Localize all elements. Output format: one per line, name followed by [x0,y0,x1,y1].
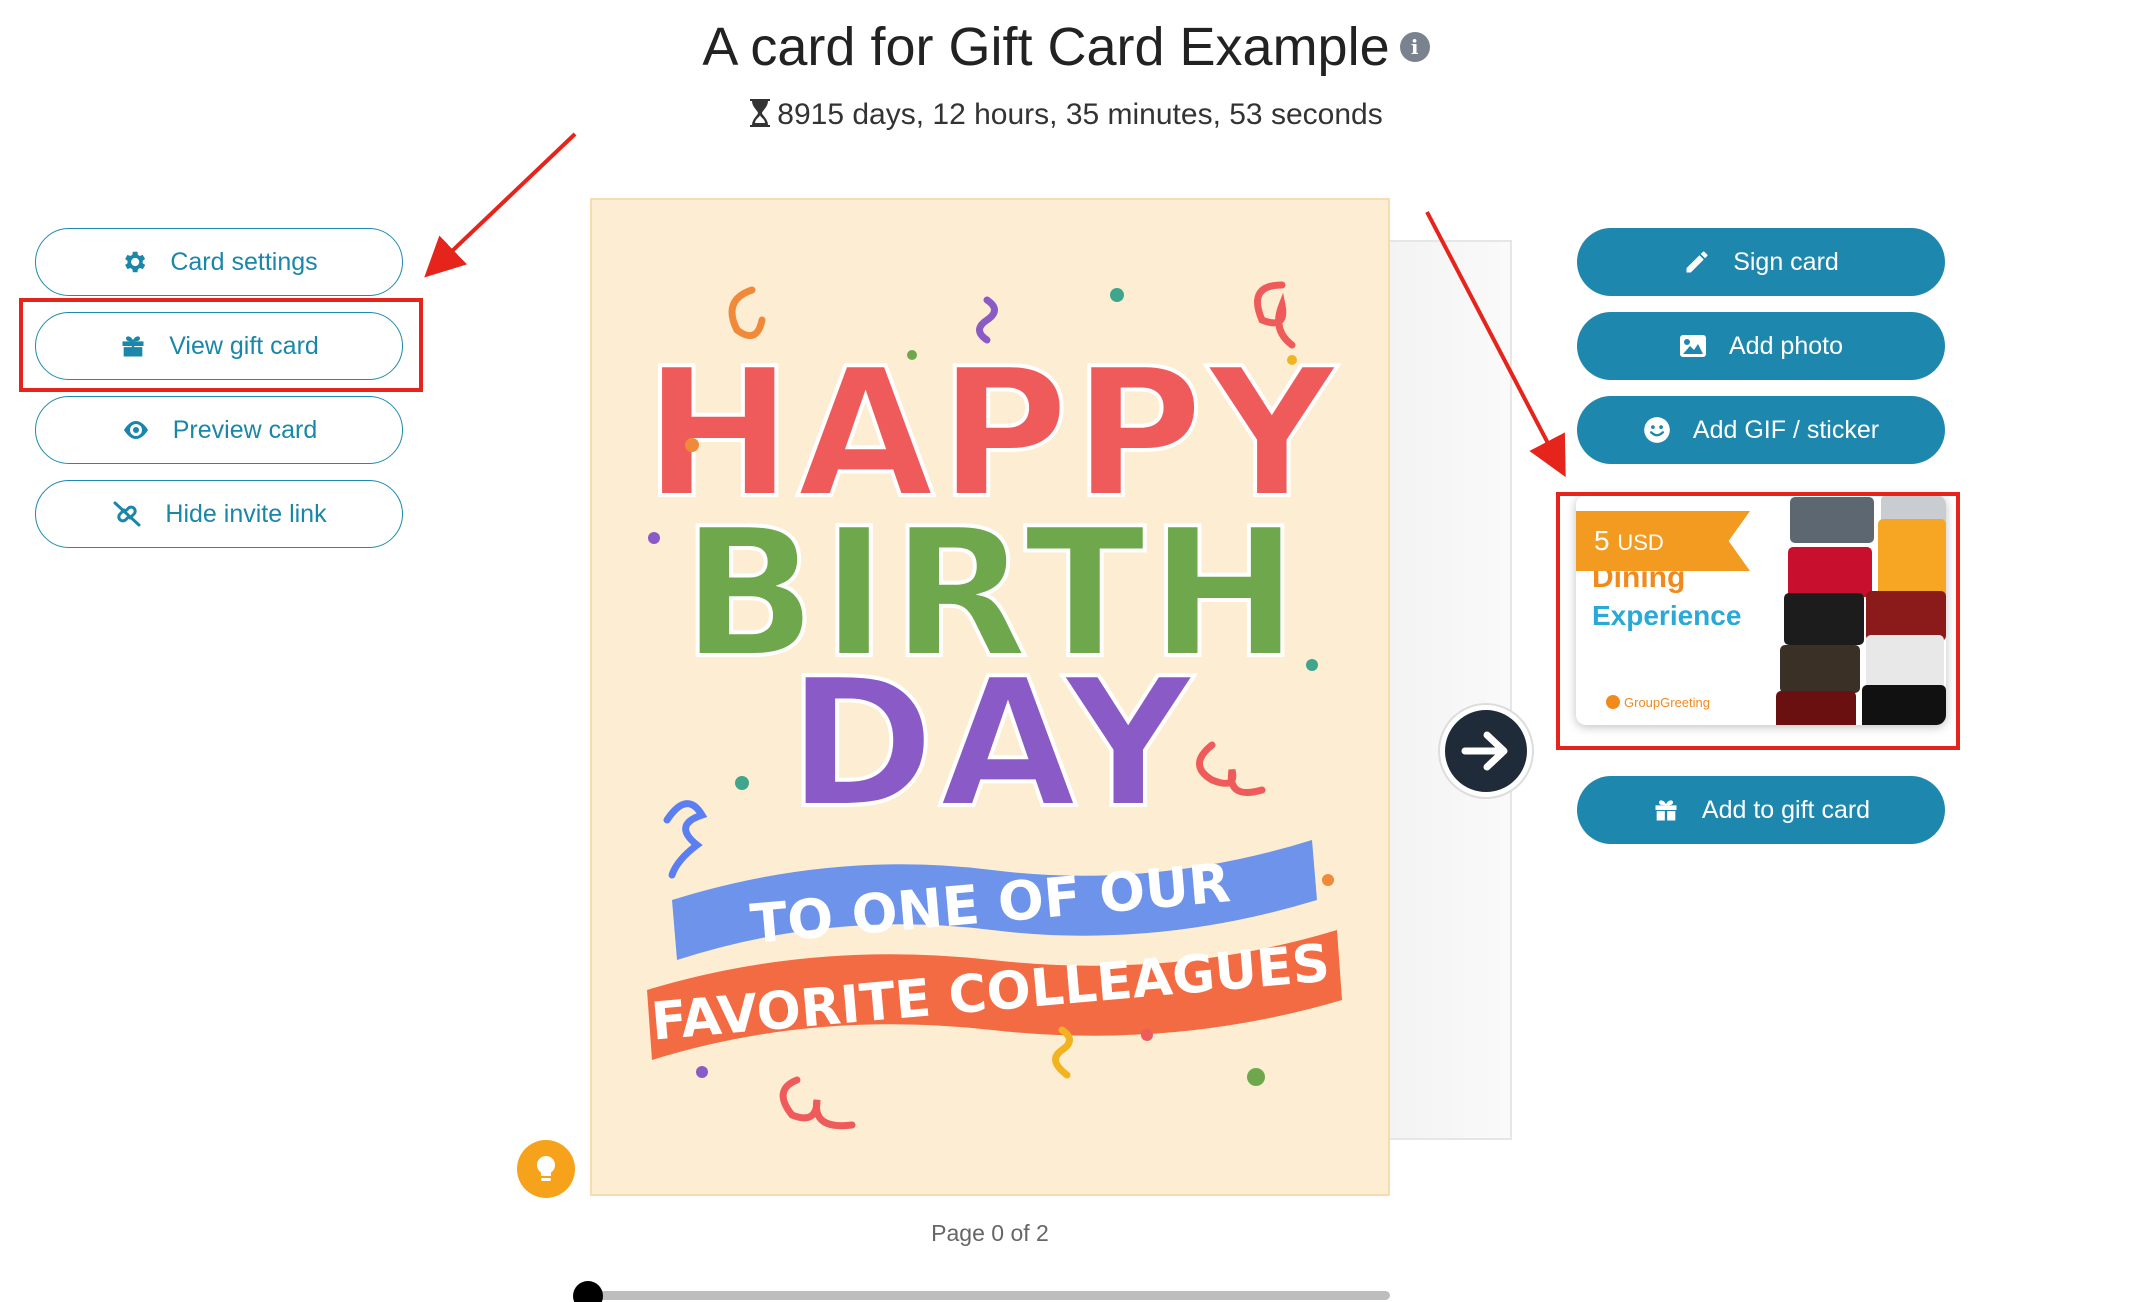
countdown-timer: 8915 days, 12 hours, 35 minutes, 53 seco… [0,98,2132,132]
hourglass-icon [750,99,771,127]
birthday-artwork: HAPPY BIRTH DAY TO ONE OF OUR FAVORITE C… [642,281,1342,1130]
link-slash-icon [113,501,141,527]
gift-icon [1655,800,1677,821]
title-text: A card for Gift Card Example [702,17,1390,77]
preview-card-label: Preview card [172,415,318,444]
add-gif-sticker-label: Add GIF / sticker [1692,415,1880,444]
next-page-preview [1390,240,1512,1140]
page-title: A card for Gift Card Example i [0,16,2132,78]
arrow-right-icon [1461,731,1508,771]
banner-line-2: FAVORITE COLLEAGUES [649,934,1332,1053]
smiley-icon [1644,417,1670,443]
next-page-button[interactable] [1440,705,1532,797]
hide-invite-link-button[interactable]: Hide invite link [35,480,403,548]
highlight-box-view-gift [19,298,423,392]
page-indicator: Page 0 of 2 [931,1220,1049,1246]
add-photo-button[interactable]: Add photo [1577,312,1945,380]
highlight-box-gift-thumbnail [1556,492,1960,750]
add-to-gift-card-button[interactable]: Add to gift card [1577,776,1945,844]
card-settings-button[interactable]: Card settings [35,228,403,296]
image-icon [1680,335,1706,357]
eye-icon [123,421,148,439]
card-settings-label: Card settings [170,247,318,276]
arrow-to-view-gift [424,132,577,278]
add-to-gift-card-label: Add to gift card [1701,795,1871,824]
page-slider-track[interactable] [588,1291,1390,1300]
pencil-icon [1686,251,1708,273]
countdown-text: 8915 days, 12 hours, 35 minutes, 53 seco… [777,98,1383,131]
info-icon[interactable]: i [1399,31,1430,62]
page-slider-thumb[interactable] [573,1281,603,1302]
add-photo-label: Add photo [1729,331,1843,360]
add-gif-sticker-button[interactable]: Add GIF / sticker [1577,396,1945,464]
lightbulb-icon [536,1156,556,1181]
sign-card-button[interactable]: Sign card [1577,228,1945,296]
card-line-day: DAY [787,640,1196,847]
preview-card-button[interactable]: Preview card [35,396,403,464]
banner-line-1: TO ONE OF OUR [748,851,1233,956]
sign-card-label: Sign card [1733,247,1839,276]
card-cover[interactable]: HAPPY BIRTH DAY TO ONE OF OUR FAVORITE C… [590,198,1390,1196]
hide-invite-link-label: Hide invite link [165,499,327,528]
tips-button[interactable] [517,1140,575,1198]
gear-icon [125,251,146,273]
